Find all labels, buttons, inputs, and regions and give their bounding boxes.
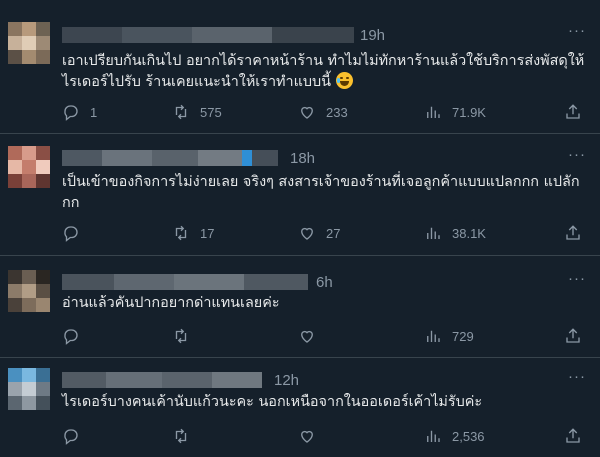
reply-tweet[interactable]: 18h ··· เป็นเข้าของกิจการไม่ง่ายเลย จริง… bbox=[0, 134, 600, 256]
retweet-button[interactable]: 17 bbox=[172, 223, 214, 243]
retweet-button[interactable]: 575 bbox=[172, 102, 222, 122]
blurred-username bbox=[62, 372, 262, 388]
like-icon bbox=[301, 430, 313, 443]
avatar[interactable] bbox=[8, 270, 50, 312]
like-count: 27 bbox=[326, 225, 341, 241]
share-icon bbox=[566, 225, 580, 240]
reply-icon bbox=[64, 329, 78, 345]
timestamp[interactable]: 6h bbox=[316, 274, 333, 291]
share-button[interactable] bbox=[564, 326, 582, 346]
timestamp[interactable]: 12h bbox=[274, 372, 299, 389]
like-button[interactable]: 27 bbox=[298, 223, 340, 243]
like-icon bbox=[301, 106, 313, 119]
retweet-button[interactable] bbox=[172, 326, 200, 346]
view-count: 71.9K bbox=[452, 104, 486, 120]
retweet-icon bbox=[175, 428, 187, 444]
views-icon bbox=[427, 227, 440, 239]
timestamp[interactable]: 18h bbox=[290, 150, 315, 167]
views-button[interactable]: 729 bbox=[424, 326, 474, 346]
like-icon bbox=[301, 330, 313, 343]
share-button[interactable] bbox=[564, 426, 582, 446]
retweet-count: 575 bbox=[200, 104, 222, 120]
like-button[interactable]: 233 bbox=[298, 102, 348, 122]
timestamp[interactable]: 19h bbox=[360, 27, 385, 44]
reply-tweet[interactable]: 19h ··· เอาเปรียบกันเกินไป อยากได้ราคาหน… bbox=[0, 0, 600, 134]
reply-icon bbox=[64, 429, 78, 445]
retweet-count: 17 bbox=[200, 225, 215, 241]
views-button[interactable]: 2,536 bbox=[424, 426, 485, 446]
tweet-actions: 2,536 bbox=[62, 426, 586, 446]
more-icon[interactable]: ··· bbox=[568, 22, 586, 39]
view-count: 729 bbox=[452, 328, 474, 344]
like-icon bbox=[301, 227, 313, 240]
views-icon bbox=[427, 106, 440, 118]
more-icon[interactable]: ··· bbox=[568, 146, 586, 163]
blurred-username bbox=[62, 27, 354, 43]
tweet-text: ไรเดอร์บางคนเค้านับแก้วนะคะ นอกเหนือจากใ… bbox=[62, 394, 483, 410]
view-count: 2,536 bbox=[452, 428, 485, 444]
retweet-icon bbox=[175, 104, 187, 120]
views-icon bbox=[427, 430, 440, 442]
like-button[interactable] bbox=[298, 326, 326, 346]
tweet-text: เอาเปรียบกันเกินไป อยากได้ราคาหน้าร้าน ท… bbox=[62, 53, 585, 90]
share-button[interactable] bbox=[564, 102, 582, 122]
reply-button[interactable] bbox=[62, 223, 90, 243]
share-icon bbox=[566, 428, 580, 443]
views-icon bbox=[427, 330, 440, 342]
views-button[interactable]: 71.9K bbox=[424, 102, 486, 122]
blurred-username bbox=[62, 150, 278, 166]
share-icon bbox=[566, 328, 580, 343]
tweet-actions: 17 27 38.1K bbox=[62, 223, 586, 243]
tweet-actions: 729 bbox=[62, 326, 586, 346]
reply-button[interactable] bbox=[62, 326, 90, 346]
tweet-actions: 1 575 233 71.9K bbox=[62, 102, 586, 122]
face-with-tears-of-joy-icon bbox=[335, 72, 353, 89]
tweet-text: เป็นเข้าของกิจการไม่ง่ายเลย จริงๆ สงสารเ… bbox=[62, 174, 580, 211]
retweet-icon bbox=[175, 328, 187, 344]
reply-tweet[interactable]: 12h ··· ไรเดอร์บางคนเค้านับแก้วนะคะ นอกเ… bbox=[0, 358, 600, 457]
reply-count: 1 bbox=[90, 104, 98, 120]
share-icon bbox=[566, 104, 580, 119]
avatar[interactable] bbox=[8, 22, 50, 64]
blurred-username bbox=[62, 274, 308, 290]
like-count: 233 bbox=[326, 104, 348, 120]
more-icon[interactable]: ··· bbox=[568, 368, 586, 385]
like-button[interactable] bbox=[298, 426, 326, 446]
reply-icon bbox=[64, 226, 78, 242]
avatar[interactable] bbox=[8, 368, 50, 410]
reply-button[interactable]: 1 bbox=[62, 102, 97, 122]
view-count: 38.1K bbox=[452, 225, 486, 241]
more-icon[interactable]: ··· bbox=[568, 270, 586, 287]
retweet-icon bbox=[175, 225, 187, 241]
reply-button[interactable] bbox=[62, 426, 90, 446]
retweet-button[interactable] bbox=[172, 426, 200, 446]
views-button[interactable]: 38.1K bbox=[424, 223, 486, 243]
reply-tweet[interactable]: 6h ··· อ่านแล้วคันปากอยากด่าแทนเลยค่ะ 72… bbox=[0, 256, 600, 358]
share-button[interactable] bbox=[564, 223, 582, 243]
avatar[interactable] bbox=[8, 146, 50, 188]
tweet-text: อ่านแล้วคันปากอยากด่าแทนเลยค่ะ bbox=[62, 295, 280, 311]
reply-icon bbox=[64, 105, 78, 121]
